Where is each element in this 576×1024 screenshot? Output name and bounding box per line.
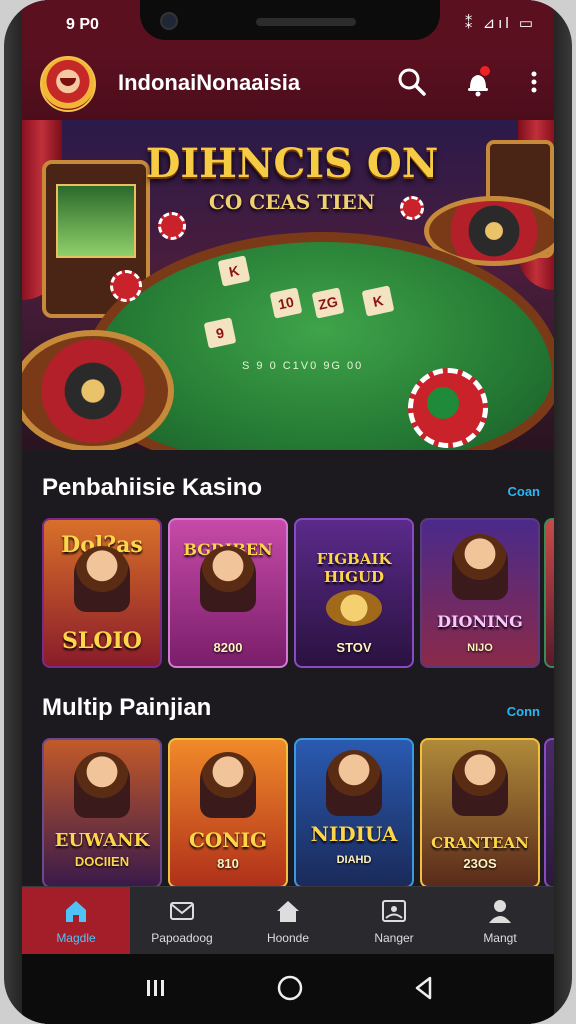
nav-item-house[interactable]: Hoonde	[234, 887, 342, 955]
back-button[interactable]	[408, 972, 440, 1004]
nav-item-messages[interactable]: Papoadoog	[128, 887, 236, 955]
nav-item-gallery[interactable]: Nanger	[340, 887, 448, 955]
app-logo[interactable]	[40, 56, 96, 112]
nav-label: Hoonde	[266, 931, 310, 945]
front-camera	[160, 12, 178, 30]
game-tile[interactable]: DIONING NIJO	[420, 518, 540, 668]
hero-title: DIHNCIS ON	[145, 140, 439, 187]
casino-chip	[110, 270, 142, 302]
character-art	[74, 546, 130, 612]
house-icon	[277, 901, 299, 922]
section-title-casino: Penbahiisie Kasino	[42, 474, 263, 501]
recent-apps-button[interactable]	[140, 972, 172, 1004]
section-link-multiplayer[interactable]: Conn	[507, 704, 540, 719]
screen: 9 P0 ⁑ ⊿ıl ▭ IndonaiNonaaisia K 10 ZG K …	[22, 0, 554, 1024]
camera-notch	[140, 0, 440, 40]
game-tile-subtitle: SLOIO	[62, 628, 142, 654]
home-button[interactable]	[274, 972, 306, 1004]
back-triangle-icon	[415, 976, 432, 1000]
casino-game-row: Dol?as SLOIO BGDIBEN 8200 FIGBAIK HIGUD …	[42, 518, 554, 668]
game-tile-title: NIDIUA	[310, 822, 398, 846]
nav-item-home[interactable]: Magdle	[22, 887, 130, 955]
game-tile[interactable]: CRANTEAN 23OS	[420, 738, 540, 888]
status-time: 9 P0	[66, 16, 99, 33]
notification-button[interactable]	[460, 64, 496, 100]
casino-chip	[408, 368, 488, 448]
game-tile[interactable]: CONIG 810	[168, 738, 288, 888]
casino-chip	[158, 212, 186, 240]
game-tile-peek[interactable]	[544, 738, 554, 888]
more-vertical-icon	[531, 71, 537, 93]
more-menu-button[interactable]	[516, 64, 552, 100]
game-tile-title: CRANTEAN	[431, 834, 529, 852]
game-tile-title: FIGBAIK HIGUD	[316, 550, 392, 586]
nav-item-profile[interactable]: Mangt	[446, 887, 554, 955]
game-tile[interactable]: Dol?as SLOIO	[42, 518, 162, 668]
treasure-art	[326, 590, 382, 626]
section-link-casino[interactable]: Coan	[508, 484, 541, 499]
logo-mouth	[60, 78, 76, 86]
home-icon	[66, 901, 86, 922]
mail-icon	[170, 902, 194, 920]
slot-reel	[56, 184, 136, 258]
character-art	[200, 546, 256, 612]
status-icons: ⁑ ⊿ıl ▭	[464, 15, 536, 32]
game-tile[interactable]: EUWANK DOCIIEN	[42, 738, 162, 888]
notification-badge	[480, 66, 490, 76]
earpiece-speaker	[256, 18, 356, 26]
game-tile-title: EUWANK	[54, 830, 150, 851]
status-bar: 9 P0 ⁑ ⊿ıl ▭	[22, 0, 554, 50]
nav-label: Nanger	[374, 931, 414, 945]
recent-apps-icon	[147, 980, 164, 996]
nav-label: Mangt	[483, 931, 517, 945]
search-icon	[398, 68, 426, 96]
game-tile-subtitle: DIAHD	[336, 854, 372, 866]
game-tile[interactable]: NIDIUA DIAHD	[294, 738, 414, 888]
hero-banner[interactable]: K 10 ZG K 9 S 9 0 C1V0 9G 00 DIHNCIS ON …	[22, 120, 554, 450]
game-tile[interactable]: FIGBAIK HIGUD STOV	[294, 518, 414, 668]
section-title-multiplayer: Multip Painjian	[42, 694, 212, 721]
bell-icon	[468, 75, 488, 97]
game-tile-title: CONIG	[188, 828, 268, 852]
game-tile-subtitle: 23OS	[463, 856, 497, 871]
system-navigation-bar	[22, 954, 554, 1024]
game-tile-subtitle: STOV	[336, 640, 372, 655]
person-icon	[489, 900, 511, 923]
table-markings: S 9 0 C1V0 9G 00	[242, 360, 364, 372]
nav-label: Magdle	[56, 931, 96, 945]
character-art	[326, 750, 382, 816]
circle-home-icon	[277, 975, 303, 1001]
game-tile-subtitle: 8200	[213, 640, 243, 655]
roulette-wheel-left	[22, 330, 174, 450]
character-art	[200, 752, 256, 818]
game-tile-subtitle: DOCIIEN	[74, 854, 130, 869]
picture-icon	[382, 900, 406, 922]
game-tile-peek[interactable]	[544, 518, 554, 668]
phone-frame: 9 P0 ⁑ ⊿ıl ▭ IndonaiNonaaisia K 10 ZG K …	[4, 0, 572, 1024]
game-tile-title: DIONING	[437, 612, 523, 631]
game-tile-subtitle: NIJO	[467, 642, 493, 654]
app-bar: IndonaiNonaaisia	[22, 50, 554, 120]
character-art	[452, 534, 508, 600]
game-tile[interactable]: BGDIBEN 8200	[168, 518, 288, 668]
bottom-navigation: Magdle Papoadoog Hoonde Nanger Mangt	[22, 886, 554, 955]
character-art	[74, 752, 130, 818]
search-button[interactable]	[394, 64, 430, 100]
app-title: IndonaiNonaaisia	[118, 70, 301, 95]
multiplayer-game-row: EUWANK DOCIIEN CONIG 810 NIDIUA DIAHD CR…	[42, 738, 554, 888]
nav-label: Papoadoog	[151, 931, 213, 945]
game-tile-subtitle: 810	[217, 856, 239, 871]
hero-subtitle: CO CEAS TIEN	[208, 190, 376, 214]
character-art	[452, 750, 508, 816]
